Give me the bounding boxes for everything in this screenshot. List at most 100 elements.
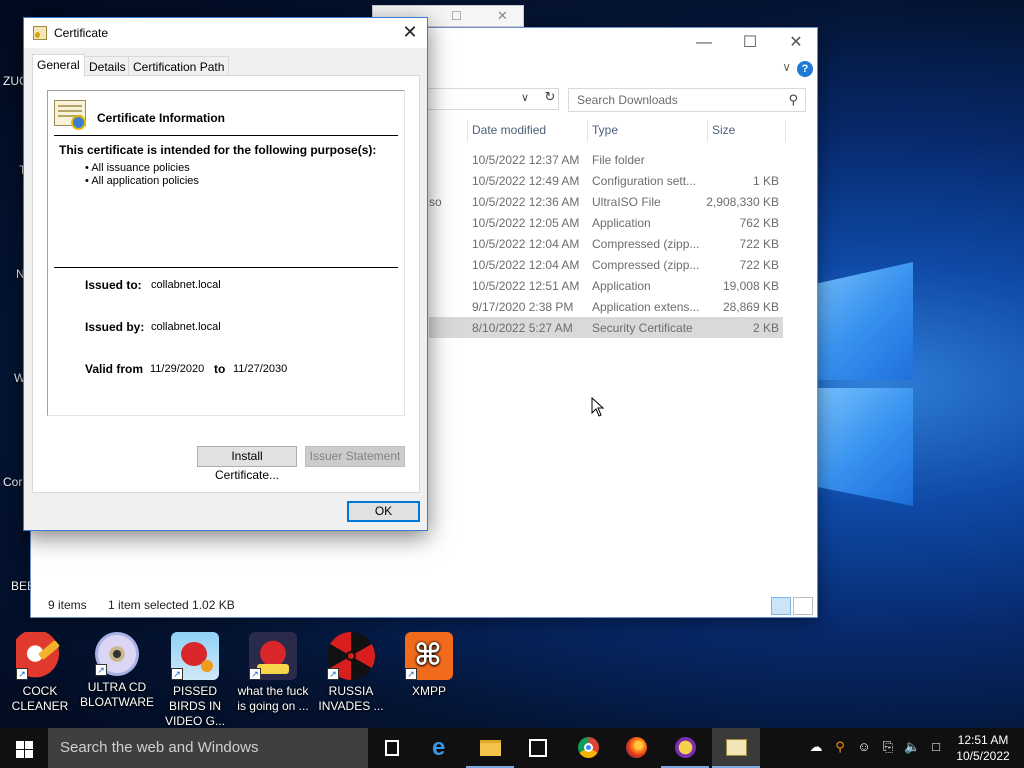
clock-time: 12:51 AM xyxy=(957,733,1009,747)
purpose-item: • All application policies xyxy=(85,175,199,187)
maximize-icon[interactable]: ☐ xyxy=(451,9,462,23)
issued-to-label: Issued to: xyxy=(85,278,142,292)
taskbar-store[interactable] xyxy=(514,728,562,768)
table-row[interactable]: so 10/5/2022 12:36 AM UltraISO File 2,908,3… xyxy=(429,191,783,212)
table-row[interactable]: 10/5/2022 12:51 AM Application 19,008 KB xyxy=(429,275,783,296)
file-size: 2 KB xyxy=(752,321,779,335)
issued-by-label: Issued by: xyxy=(85,320,145,334)
start-button[interactable] xyxy=(0,728,48,768)
cloud-icon[interactable]: ☁ xyxy=(808,739,824,755)
taskbar-edge[interactable]: e xyxy=(418,728,466,768)
file-date-modified: 10/5/2022 12:37 AM xyxy=(472,153,580,167)
purpose-item: • All issuance policies xyxy=(85,162,190,174)
table-row[interactable]: 10/5/2022 12:37 AM File folder xyxy=(429,149,783,170)
status-selection: 1 item selected 1.02 KB xyxy=(108,598,235,612)
desktop-icon[interactable]: ↗ PISSED BIRDS IN VIDEO G... xyxy=(156,632,234,729)
table-row[interactable]: 8/10/2022 5:27 AM Security Certificate 2 K… xyxy=(429,317,783,338)
desktop-icon[interactable]: ⌘ ↗ XMPP xyxy=(390,632,468,699)
desktop-icon[interactable]: ↗ COCK CLEANER xyxy=(1,632,79,714)
purpose-heading: This certificate is intended for the fol… xyxy=(59,143,377,157)
large-icons-view-button[interactable] xyxy=(793,597,813,615)
tab-details[interactable]: Details xyxy=(84,56,131,76)
close-button[interactable]: ✕ xyxy=(773,28,819,58)
search-placeholder: Search Downloads xyxy=(577,93,678,107)
chrome-icon xyxy=(578,737,599,758)
network-icon[interactable]: ⎘ xyxy=(880,739,896,755)
tab-certification-path[interactable]: Certification Path xyxy=(128,56,230,76)
table-row[interactable]: 10/5/2022 12:04 AM Compressed (zipp... 722… xyxy=(429,254,783,275)
column-header-date-modified[interactable]: Date modified xyxy=(472,123,546,137)
angry-birds-space-icon: ↗ xyxy=(249,632,297,680)
task-view-icon xyxy=(385,740,399,756)
general-tab-panel: Certificate Information This certificate… xyxy=(32,75,420,493)
table-row[interactable]: 9/17/2020 2:38 PM Application extens... 28… xyxy=(429,296,783,317)
install-certificate-button[interactable]: Install Certificate... xyxy=(197,446,297,482)
desktop-icon-partial-label[interactable]: Cor xyxy=(3,475,22,489)
valid-from-value: 11/29/2020 xyxy=(150,363,205,375)
file-date-modified: 10/5/2022 12:04 AM xyxy=(472,258,580,272)
ccleaner-icon: ↗ xyxy=(16,632,64,680)
status-bar: 9 items 1 item selected 1.02 KB xyxy=(31,593,817,617)
chevron-down-icon[interactable]: ∨ xyxy=(521,91,529,104)
file-type: Configuration sett... xyxy=(592,174,697,188)
taskbar-firefox[interactable] xyxy=(612,728,660,768)
close-icon[interactable]: ✕ xyxy=(497,8,508,24)
app-icon xyxy=(675,737,696,758)
close-button[interactable]: ✕ xyxy=(393,18,427,48)
taskbar-certificate[interactable] xyxy=(712,728,760,768)
file-type: Application xyxy=(592,279,651,293)
minimize-button[interactable]: — xyxy=(681,28,727,58)
notification-icon[interactable]: □ xyxy=(928,739,944,755)
taskbar-search-input[interactable]: Search the web and Windows xyxy=(48,728,368,768)
volume-icon[interactable]: 🔈 xyxy=(904,739,920,755)
certificate-information-box: Certificate Information This certificate… xyxy=(47,90,405,416)
refresh-icon[interactable]: ↻ xyxy=(540,89,560,109)
details-view-button[interactable] xyxy=(771,597,791,615)
certificate-titlebar[interactable]: Certificate ✕ xyxy=(24,18,427,48)
store-icon xyxy=(529,739,547,757)
search-input[interactable]: Search Downloads ⚲ xyxy=(568,88,806,112)
firefox-icon xyxy=(626,737,647,758)
desktop-icon[interactable]: ↗ what the fuck is going on ... xyxy=(234,632,312,714)
search-tray-icon[interactable]: ⚲ xyxy=(832,739,848,755)
column-header-type[interactable]: Type xyxy=(592,123,618,137)
issued-by-value: collabnet.local xyxy=(151,321,221,333)
certificate-dialog[interactable]: Certificate ✕ General Details Certificat… xyxy=(23,17,428,531)
taskbar-app[interactable] xyxy=(661,728,709,768)
table-row[interactable]: 10/5/2022 12:05 AM Application 762 KB xyxy=(429,212,783,233)
taskbar-chrome[interactable] xyxy=(564,728,612,768)
file-type: Compressed (zipp... xyxy=(592,237,700,251)
file-type: UltraISO File xyxy=(592,195,661,209)
file-date-modified: 9/17/2020 2:38 PM xyxy=(472,300,574,314)
column-header-size[interactable]: Size xyxy=(712,123,735,137)
valid-from-label: Valid from xyxy=(85,362,144,376)
taskbar-file-explorer[interactable] xyxy=(466,728,514,768)
chevron-down-icon[interactable]: ∨ xyxy=(782,60,791,74)
issuer-statement-button[interactable]: Issuer Statement xyxy=(305,446,405,467)
divider xyxy=(54,267,398,268)
desktop-icon[interactable]: ↗ RUSSIA INVADES ... xyxy=(312,632,390,714)
divider xyxy=(54,135,398,136)
desktop-icon[interactable]: ↗ ULTRA CD BLOATWARE xyxy=(78,632,156,710)
tab-general[interactable]: General xyxy=(32,54,85,77)
valid-to-label: to xyxy=(214,362,226,376)
table-row[interactable]: 10/5/2022 12:49 AM Configuration sett... 1… xyxy=(429,170,783,191)
edge-icon: e xyxy=(432,734,446,761)
file-date-modified: 10/5/2022 12:04 AM xyxy=(472,237,580,251)
smiley-icon[interactable]: ☺ xyxy=(856,739,872,755)
mouse-cursor-icon xyxy=(591,397,605,417)
ok-button[interactable]: OK xyxy=(347,501,420,522)
radiation-icon: ↗ xyxy=(327,632,375,680)
help-icon[interactable]: ? xyxy=(797,61,813,77)
file-size: 722 KB xyxy=(739,237,779,251)
file-date-modified: 8/10/2022 5:27 AM xyxy=(472,321,573,335)
table-row[interactable]: 10/5/2022 12:04 AM Compressed (zipp... 722… xyxy=(429,233,783,254)
maximize-button[interactable]: ☐ xyxy=(727,28,773,58)
file-date-modified: 10/5/2022 12:51 AM xyxy=(472,279,580,293)
task-view-button[interactable] xyxy=(368,728,416,768)
file-type: Application xyxy=(592,216,651,230)
clock-date: 10/5/2022 xyxy=(956,749,1010,763)
clock[interactable]: 12:51 AM 10/5/2022 xyxy=(950,732,1016,764)
certificate-information-title: Certificate Information xyxy=(97,111,226,125)
file-size: 19,008 KB xyxy=(722,279,779,293)
